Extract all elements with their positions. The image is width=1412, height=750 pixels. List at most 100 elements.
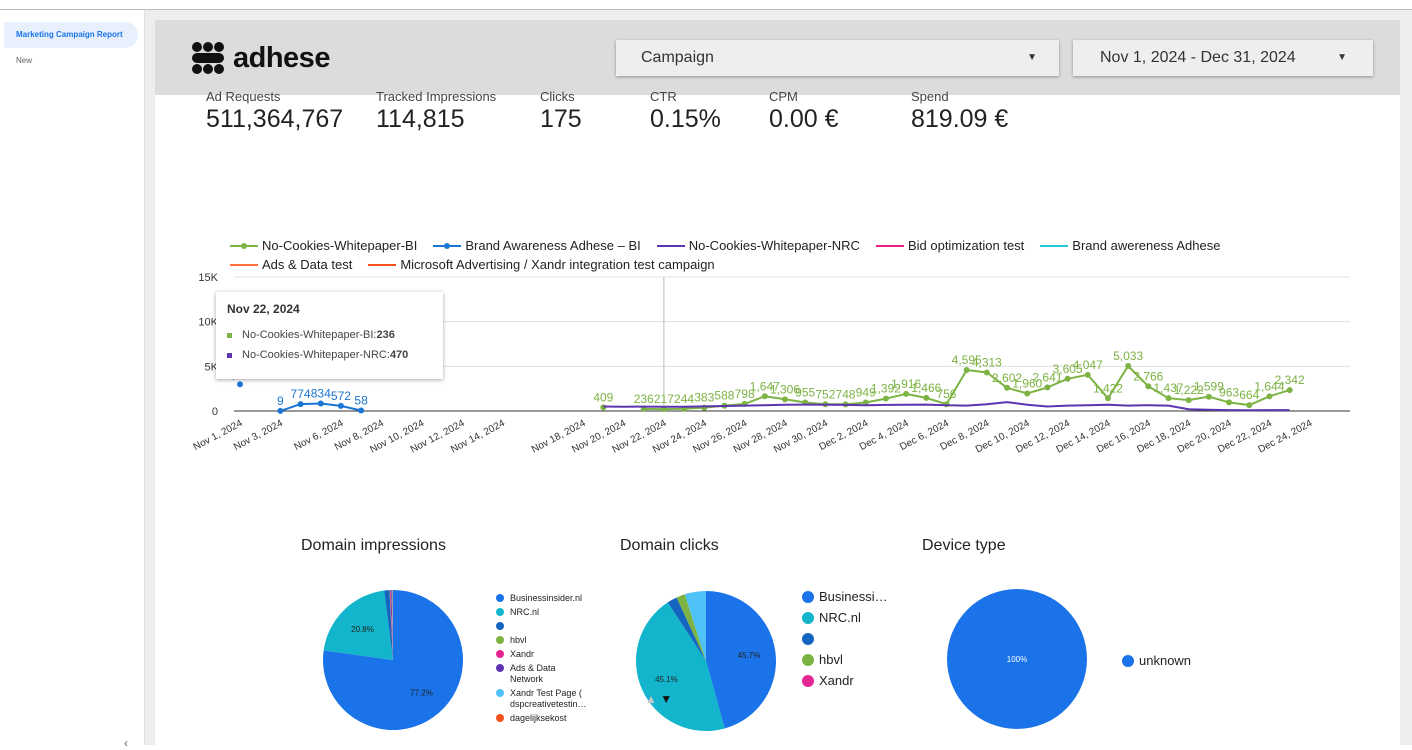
legend-item[interactable]: hbvl [496, 635, 591, 646]
kpi-value: 0.00 € [769, 105, 839, 134]
kpi-ad-requests: Ad Requests511,364,767 [206, 89, 343, 134]
data-label: 58 [354, 393, 368, 407]
legend-page-down-icon[interactable]: ▼ [660, 692, 672, 706]
data-label: 1,422 [1093, 381, 1123, 395]
legend-label: dagelijksekost [510, 713, 567, 724]
pie-domain-impressions[interactable]: 77.2%20.8% [322, 589, 464, 731]
report-header: adhese Campaign ▼ Nov 1, 2024 - Dec 31, … [155, 20, 1400, 95]
pie-slice-label: 45.1% [655, 675, 678, 684]
sidebar-item-marketing-campaign-report[interactable]: Marketing Campaign Report [4, 22, 138, 48]
series-swatch [227, 333, 232, 338]
legend-dot [496, 594, 504, 602]
tooltip-series: No-Cookies-Whitepaper-BI: [242, 329, 377, 341]
legend-item[interactable]: Ads & Data Network [496, 663, 591, 685]
pie-domain-clicks[interactable]: 45.7%45.1% [635, 590, 777, 732]
pie-device-type[interactable]: 100% [946, 588, 1088, 730]
legend-label: Ads & Data Network [510, 663, 591, 685]
legend-dot [496, 650, 504, 658]
data-point [277, 408, 283, 414]
legend-item[interactable]: Xandr Test Page ( dspcreativetestin… [496, 688, 591, 710]
adhese-logo: adhese [191, 40, 330, 76]
legend-line-icon [876, 241, 904, 251]
data-point [1024, 390, 1030, 396]
collapse-sidebar-icon[interactable]: ‹ [124, 736, 128, 750]
legend-dot [496, 664, 504, 672]
legend-dot [496, 608, 504, 616]
chevron-down-icon: ▼ [1027, 40, 1037, 76]
data-point [903, 391, 909, 397]
data-label: 5,033 [1113, 349, 1143, 363]
y-tick-label: 15K [198, 272, 218, 284]
data-label: 588 [714, 389, 734, 403]
legend-label: hbvl [819, 652, 843, 667]
legend-label: Xandr Test Page ( dspcreativetestin… [510, 688, 591, 710]
kpi-clicks: Clicks175 [540, 89, 582, 134]
legend-dot [496, 622, 504, 630]
legend-label: Businessinsider.nl [510, 593, 582, 604]
legend-item[interactable] [802, 631, 902, 646]
pie-legend-device-type: unknown [1122, 653, 1232, 674]
kpi-value: 511,364,767 [206, 105, 343, 134]
kpi-ctr: CTR0.15% [650, 89, 721, 134]
data-point [923, 395, 929, 401]
legend-label: Xandr [510, 649, 534, 660]
legend-label: NRC.nl [819, 610, 861, 625]
legend-line-icon [433, 241, 461, 251]
pie-slice-label: 100% [1007, 655, 1027, 664]
kpi-value: 175 [540, 105, 582, 134]
data-point [1206, 394, 1212, 400]
legend-item[interactable] [496, 621, 591, 632]
legend-item[interactable]: unknown [1122, 653, 1232, 668]
adhese-logo-icon [191, 41, 225, 75]
legend-item[interactable]: Businessinsider.nl [496, 593, 591, 604]
legend-label: Businessi… [819, 589, 888, 604]
data-label: 217 [654, 392, 674, 406]
kpi-label: Clicks [540, 89, 582, 104]
data-label: 955 [795, 385, 815, 399]
legend-line-icon [657, 241, 685, 251]
data-label: 4,047 [1073, 358, 1103, 372]
data-label: 236 [634, 392, 654, 406]
kpi-spend: Spend819.09 € [911, 89, 1008, 134]
sidebar-item-new[interactable]: New [4, 48, 138, 74]
data-point [1145, 383, 1151, 389]
legend-dot [496, 636, 504, 644]
legend-item[interactable]: Xandr [802, 673, 902, 688]
data-label: 244 [674, 392, 694, 406]
legend-item[interactable]: Xandr [496, 649, 591, 660]
data-label: 963 [1219, 385, 1239, 399]
data-label: 2,342 [1275, 373, 1305, 387]
kpi-label: Spend [911, 89, 1008, 104]
legend-item[interactable]: Businessi… [802, 589, 902, 604]
date-range-label: Nov 1, 2024 - Dec 31, 2024 [1100, 49, 1296, 66]
legend-pagination: ▲ ▼ [645, 692, 672, 706]
line-chart[interactable]: 05K10K15KNov 1, 2024Nov 3, 2024Nov 6, 20… [0, 250, 1412, 470]
legend-line-icon [230, 241, 258, 251]
data-point [883, 396, 889, 402]
legend-item[interactable]: dagelijksekost [496, 713, 591, 724]
legend-label: hbvl [510, 635, 527, 646]
data-point [298, 401, 304, 407]
data-point [762, 393, 768, 399]
data-label: 9 [277, 394, 284, 408]
data-label: 752 [815, 387, 835, 401]
legend-dot [802, 633, 814, 645]
tooltip-series: No-Cookies-Whitepaper-NRC: [242, 349, 390, 361]
legend-item[interactable]: NRC.nl [802, 610, 902, 625]
kpi-value: 819.09 € [911, 105, 1008, 134]
data-point [1044, 384, 1050, 390]
data-point [1065, 376, 1071, 382]
data-label: 383 [694, 391, 714, 405]
campaign-dropdown-label: Campaign [641, 49, 714, 66]
legend-item[interactable]: hbvl [802, 652, 902, 667]
logo-text: adhese [233, 42, 330, 75]
data-point [1105, 395, 1111, 401]
legend-item[interactable]: NRC.nl [496, 607, 591, 618]
date-range-dropdown[interactable]: Nov 1, 2024 - Dec 31, 2024 ▼ [1073, 40, 1373, 76]
legend-page-up-icon[interactable]: ▲ [645, 692, 657, 706]
campaign-dropdown[interactable]: Campaign ▼ [616, 40, 1059, 76]
tooltip-value: 236 [377, 329, 395, 341]
chart-tooltip: Nov 22, 2024 No-Cookies-Whitepaper-BI: 2… [216, 292, 443, 379]
pie-title-domain-impressions: Domain impressions [301, 537, 446, 555]
legend-dot [802, 612, 814, 624]
